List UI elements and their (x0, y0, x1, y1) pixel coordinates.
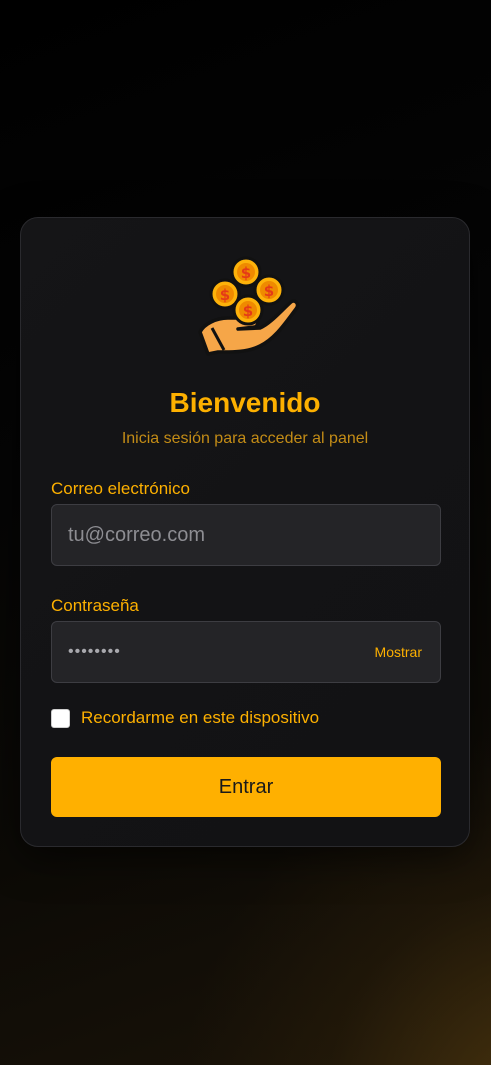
remember-me: Recordarme en este dispositivo (51, 708, 319, 728)
password-label: Contraseña (51, 596, 139, 615)
remember-label[interactable]: Recordarme en este dispositivo (81, 708, 319, 728)
login-button[interactable]: Entrar (51, 757, 441, 817)
show-password-button[interactable]: Mostrar (375, 644, 422, 660)
svg-text:$: $ (220, 286, 230, 304)
svg-text:$: $ (264, 282, 274, 300)
page-title: Bienvenido (169, 387, 321, 418)
email-field-box (51, 504, 441, 566)
login-card: $ $ $ $ Bienvenido Inicia sesión para ac… (20, 217, 470, 847)
svg-text:$: $ (241, 264, 251, 282)
email-label: Correo electrónico (51, 479, 190, 498)
remember-checkbox[interactable] (51, 708, 70, 728)
password-field[interactable]: •••••••• Mostrar (51, 621, 441, 683)
password-value: •••••••• (68, 643, 121, 660)
email-field[interactable] (52, 505, 440, 565)
svg-text:$: $ (243, 302, 253, 320)
page-subtitle: Inicia sesión para acceder al panel (121, 430, 369, 447)
hand-with-coins-icon: $ $ $ $ (194, 254, 300, 358)
